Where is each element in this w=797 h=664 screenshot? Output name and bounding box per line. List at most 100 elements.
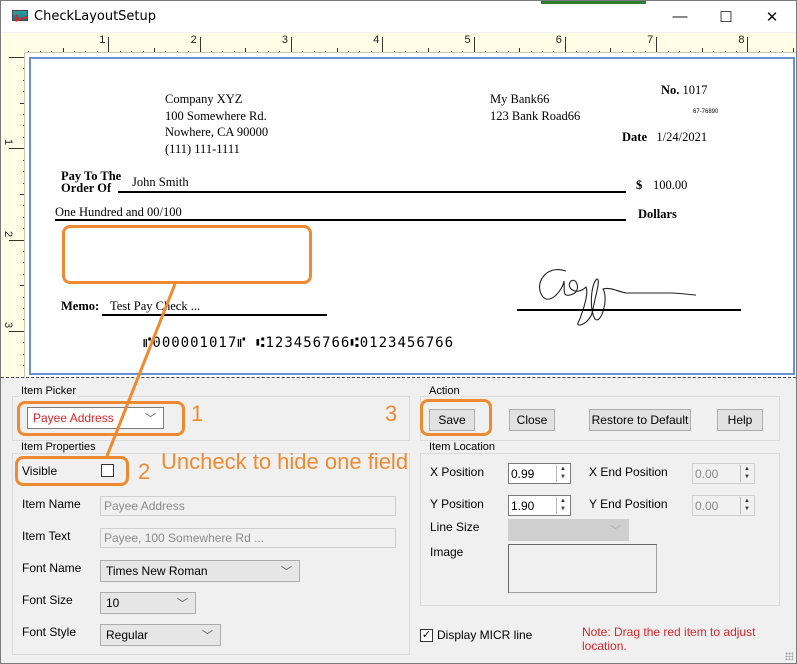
action-label: Action (428, 385, 461, 397)
annotation-payee-address-box (62, 225, 312, 284)
ruler-tick (9, 148, 24, 150)
check-number-label: No. (661, 83, 680, 97)
ruler-label: 1 (2, 139, 15, 146)
y-position-value: 1.90 (511, 499, 535, 513)
micr-line[interactable]: ⑈000001017⑈ ⑆123456766⑆0123456766 (143, 335, 454, 351)
ruler-tick (9, 330, 24, 332)
help-button[interactable]: Help (717, 409, 763, 431)
font-style-label: Font Style (22, 625, 77, 639)
item-name-label: Item Name (22, 497, 81, 511)
signature-image[interactable] (531, 259, 731, 329)
title-bar: CheckLayoutSetup — ☐ ✕ (1, 1, 796, 32)
annotation-step-1: 1 (191, 401, 204, 426)
restore-default-button[interactable]: Restore to Default (589, 409, 691, 431)
display-micr-checkbox[interactable]: ✓ (420, 629, 433, 642)
font-name-value: Times New Roman (106, 564, 208, 578)
ruler-corner (1, 33, 25, 53)
background-taskbar-strip (541, 1, 646, 4)
app-chart-icon (12, 10, 28, 21)
maximize-button[interactable]: ☐ (703, 1, 749, 32)
line-size-label: Line Size (430, 520, 480, 534)
ruler-label: 6 (555, 34, 562, 46)
line-size-select[interactable]: ﹀ (508, 519, 629, 541)
date-field[interactable]: Date 1/24/2021 (622, 130, 707, 145)
canvas-bottom-border (1, 377, 796, 379)
spin-arrows-icon[interactable]: ▲ ▼ (556, 497, 569, 514)
spin-arrows-icon: ▲ ▼ (740, 497, 753, 514)
payee-name[interactable]: John Smith (132, 175, 189, 190)
company-name: Company XYZ (165, 92, 243, 106)
close-button[interactable]: Close (509, 409, 555, 431)
ruler-tick (656, 37, 658, 52)
amount-words[interactable]: One Hundred and 00/100 (55, 205, 182, 220)
spin-arrows-icon: ▲ ▼ (740, 465, 753, 482)
bank-name: My Bank66 (490, 92, 550, 106)
chevron-down-icon: ﹀ (610, 525, 621, 537)
annotation-step-3: 3 (385, 401, 398, 426)
check-preview: Company XYZ 100 Somewhere Rd. Nowhere, C… (29, 57, 795, 375)
minimize-button[interactable]: — (657, 1, 703, 32)
memo-label: Memo: (61, 299, 100, 313)
amount-value[interactable]: 100.00 (653, 178, 687, 193)
ruler-tick (108, 37, 110, 52)
x-end-position-input[interactable]: 0.00 ▲ ▼ (692, 463, 755, 484)
x-position-label: X Position (430, 465, 485, 479)
ruler-tick (564, 37, 566, 52)
font-style-value: Regular (106, 628, 149, 642)
annotation-step-2: 2 (138, 459, 151, 484)
company-address-1: 100 Somewhere Rd. (165, 108, 267, 123)
ruler-label: 3 (2, 321, 15, 328)
item-location-label: Item Location (428, 441, 497, 453)
company-block[interactable]: Company XYZ 100 Somewhere Rd. Nowhere, C… (165, 91, 268, 157)
spin-arrows-icon[interactable]: ▲ ▼ (556, 465, 569, 482)
annotation-instruction: Uncheck to hide one field (161, 449, 409, 474)
font-name-select[interactable]: Times New Roman ﹀ (100, 560, 300, 582)
font-style-select[interactable]: Regular ﹀ (100, 624, 221, 646)
font-size-value: 10 (106, 596, 120, 610)
annotation-item-picker-box (17, 401, 185, 436)
payee-line (118, 191, 626, 193)
bank-address: 123 Bank Road66 (490, 108, 581, 123)
close-icon: ✕ (765, 8, 779, 26)
pay-to-label[interactable]: Pay To The Order Of (61, 170, 121, 195)
item-properties-label: Item Properties (20, 441, 97, 453)
y-end-position-input[interactable]: 0.00 ▲ ▼ (692, 495, 755, 516)
close-window-button[interactable]: ✕ (749, 1, 795, 32)
x-position-input[interactable]: 0.99 ▲ ▼ (508, 463, 571, 484)
item-text-field[interactable]: Payee, 100 Somewhere Rd ... (100, 528, 396, 548)
check-number[interactable]: No. 1017 (661, 83, 708, 98)
item-text-label: Item Text (22, 529, 71, 543)
ruler-label: 2 (2, 230, 15, 237)
pay-to-label-line-2: Order Of (61, 181, 112, 195)
company-phone: (111) 111-1111 (165, 141, 240, 156)
font-size-select[interactable]: 10 ﹀ (100, 592, 196, 614)
bank-block[interactable]: My Bank66 123 Bank Road66 (490, 91, 580, 124)
horizontal-ruler: 1 2 3 4 5 6 7 8 (1, 33, 796, 53)
image-preview-box[interactable] (508, 544, 657, 593)
ruler-tick (290, 37, 292, 52)
y-position-input[interactable]: 1.90 ▲ ▼ (508, 495, 571, 516)
ruler-tick (9, 239, 24, 241)
checkmark-icon: ✓ (421, 629, 432, 641)
font-name-label: Font Name (22, 561, 82, 575)
ruler-tick (473, 37, 475, 52)
y-position-label: Y Position (430, 497, 484, 511)
y-end-position-label: Y End Position (589, 497, 668, 511)
ruler-tick (199, 37, 201, 52)
ruler-tick (9, 57, 24, 58)
font-size-label: Font Size (22, 593, 73, 607)
check-layout-window: CheckLayoutSetup — ☐ ✕ 1 2 3 4 5 6 7 8 1 2 3 Comp… (0, 0, 797, 664)
y-end-position-value: 0.00 (695, 499, 719, 513)
company-address-2: Nowhere, CA 90000 (165, 125, 269, 139)
item-name-field[interactable]: Payee Address (100, 496, 396, 516)
x-end-position-label: X End Position (589, 465, 668, 479)
memo-value[interactable]: Test Pay Check ... (110, 299, 200, 314)
minimize-icon: — (672, 8, 688, 25)
routing-fraction[interactable]: 67-76890 (693, 109, 718, 115)
ruler-label: 5 (464, 34, 471, 46)
chevron-down-icon: ﹀ (202, 630, 213, 642)
ruler-label: 2 (190, 34, 197, 46)
maximize-icon: ☐ (719, 8, 733, 26)
currency-symbol: $ (636, 178, 643, 192)
resize-grip[interactable] (785, 652, 793, 660)
